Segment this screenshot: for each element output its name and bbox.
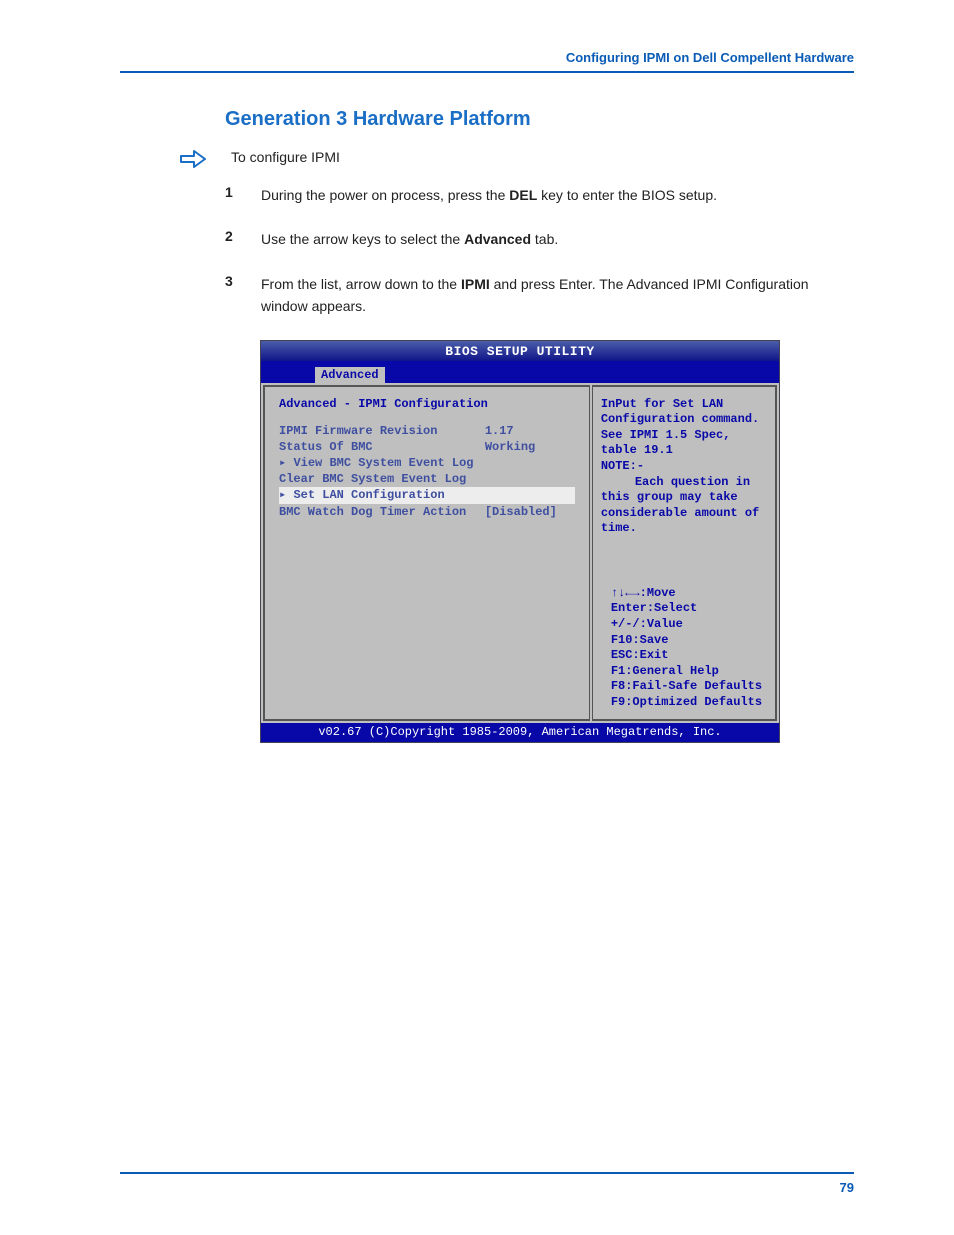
bios-tab-advanced[interactable]: Advanced (315, 367, 385, 383)
step-number: 3 (225, 273, 237, 318)
step-text-bold: IPMI (461, 276, 490, 292)
submenu-triangle-icon: ▸ (279, 488, 293, 502)
bios-row-firmware[interactable]: IPMI Firmware Revision1.17 (279, 423, 575, 439)
step-1: 1 During the power on process, press the… (225, 184, 854, 206)
step-text-pre: During the power on process, press the (261, 187, 509, 203)
bios-panel-title: Advanced - IPMI Configuration (279, 397, 575, 411)
page-number: 79 (120, 1172, 854, 1195)
step-2: 2 Use the arrow keys to select the Advan… (225, 228, 854, 250)
arrow-right-icon (180, 150, 206, 170)
bios-right-panel: InPut for Set LAN Configuration command.… (592, 385, 777, 721)
step-text-bold: Advanced (464, 231, 531, 247)
bios-help-text: InPut for Set LAN Configuration command.… (601, 397, 767, 537)
bios-left-panel: Advanced - IPMI Configuration IPMI Firmw… (263, 385, 590, 721)
step-number: 2 (225, 228, 237, 250)
bios-row-watchdog[interactable]: BMC Watch Dog Timer Action[Disabled] (279, 504, 575, 520)
bios-nav-help: ↑↓←→:Move Enter:Select +/-/:Value F10:Sa… (601, 586, 767, 711)
step-text-pre: Use the arrow keys to select the (261, 231, 464, 247)
step-text-post: tab. (531, 231, 558, 247)
bios-row-status[interactable]: Status Of BMCWorking (279, 439, 575, 455)
submenu-triangle-icon: ▸ (279, 456, 293, 470)
intro-text: To configure IPMI (231, 149, 340, 170)
bios-tab-row: Advanced (261, 361, 779, 383)
bios-row-view-log[interactable]: ▸ View BMC System Event Log (279, 455, 575, 471)
section-heading: Generation 3 Hardware Platform (225, 108, 854, 131)
bios-title-bar: BIOS SETUP UTILITY (261, 341, 779, 361)
step-number: 1 (225, 184, 237, 206)
page-header-breadcrumb: Configuring IPMI on Dell Compellent Hard… (120, 50, 854, 73)
bios-footer-copyright: v02.67 (C)Copyright 1985-2009, American … (261, 723, 779, 742)
step-3: 3 From the list, arrow down to the IPMI … (225, 273, 854, 318)
bios-screenshot: BIOS SETUP UTILITY Advanced Advanced - I… (260, 340, 780, 743)
step-text-bold: DEL (509, 187, 537, 203)
step-text-pre: From the list, arrow down to the (261, 276, 461, 292)
bios-row-set-lan[interactable]: ▸ Set LAN Configuration (279, 487, 575, 503)
step-text-post: key to enter the BIOS setup. (537, 187, 717, 203)
bios-row-clear-log[interactable]: Clear BMC System Event Log (279, 471, 575, 487)
